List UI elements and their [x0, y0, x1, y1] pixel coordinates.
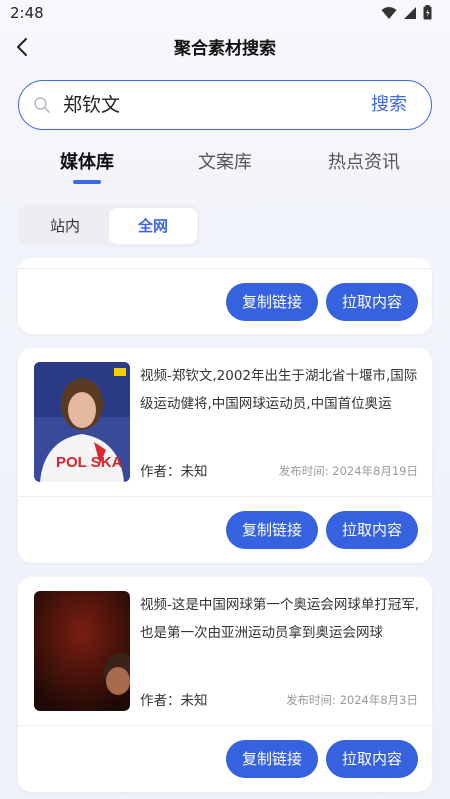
thumbnail-image — [34, 591, 130, 711]
result-date: 发布时间: 2024年8月19日 — [278, 464, 418, 478]
result-description: 视频-郑钦文,2002年出生于湖北省十堰市,国际级运动健将,中国网球运动员,中国… — [140, 368, 418, 412]
search-button[interactable]: 搜索 — [371, 91, 407, 119]
status-time: 2:48 — [10, 4, 44, 22]
search-input[interactable]: 郑钦文 — [63, 91, 120, 119]
search-icon — [34, 97, 50, 113]
card-divider — [18, 268, 432, 269]
tab-hot-news[interactable]: 热点资讯 — [304, 148, 424, 178]
result-author: 作者：未知 — [140, 464, 208, 480]
card-divider — [18, 725, 432, 726]
signal-icon — [404, 6, 416, 19]
tab-media-library[interactable]: 媒体库 — [27, 148, 147, 178]
result-card: POL SKA 视频-郑钦文,2002年出生于湖北省十堰市,国际级运动健将,中国… — [18, 348, 432, 563]
pull-content-button[interactable]: 拉取内容 — [326, 511, 418, 549]
pull-content-button[interactable]: 拉取内容 — [326, 740, 418, 778]
result-date: 发布时间: 2024年8月3日 — [286, 693, 418, 707]
card-divider — [18, 496, 432, 497]
page-title: 聚合素材搜索 — [174, 39, 276, 59]
result-description: 视频-这是中国网球第一个奥运会网球单打冠军,也是第一次由亚洲运动员拿到奥运会网球 — [140, 597, 420, 641]
video-thumbnail[interactable] — [34, 591, 130, 711]
top-app-bar: 聚合素材搜索 — [0, 28, 450, 64]
tab-copywriting-library[interactable]: 文案库 — [165, 148, 285, 178]
copy-link-button[interactable]: 复制链接 — [226, 740, 318, 778]
copy-link-button[interactable]: 复制链接 — [226, 283, 318, 321]
pull-content-button[interactable]: 拉取内容 — [326, 283, 418, 321]
status-bar: 2:48 — [0, 0, 450, 28]
video-thumbnail[interactable]: POL SKA — [34, 362, 130, 482]
result-card: 视频-这是中国网球第一个奥运会网球单打冠军,也是第一次由亚洲运动员拿到奥运会网球… — [18, 577, 432, 792]
battery-icon — [423, 5, 432, 20]
wifi-icon — [381, 6, 397, 19]
copy-link-button[interactable]: 复制链接 — [226, 511, 318, 549]
scope-option-web[interactable]: 全网 — [109, 208, 197, 244]
result-author: 作者：未知 — [140, 693, 208, 709]
search-bar[interactable]: 郑钦文 搜索 — [18, 80, 432, 130]
category-tabs: 媒体库 文案库 热点资讯 — [0, 148, 450, 192]
result-card-partial: 复制链接 拉取内容 — [18, 258, 432, 334]
scope-switch: 站内 全网 — [18, 205, 200, 247]
thumbnail-caption: POL SKA — [56, 454, 123, 471]
scope-option-onsite[interactable]: 站内 — [21, 208, 109, 244]
status-icons — [381, 5, 432, 20]
active-tab-indicator — [73, 180, 101, 184]
